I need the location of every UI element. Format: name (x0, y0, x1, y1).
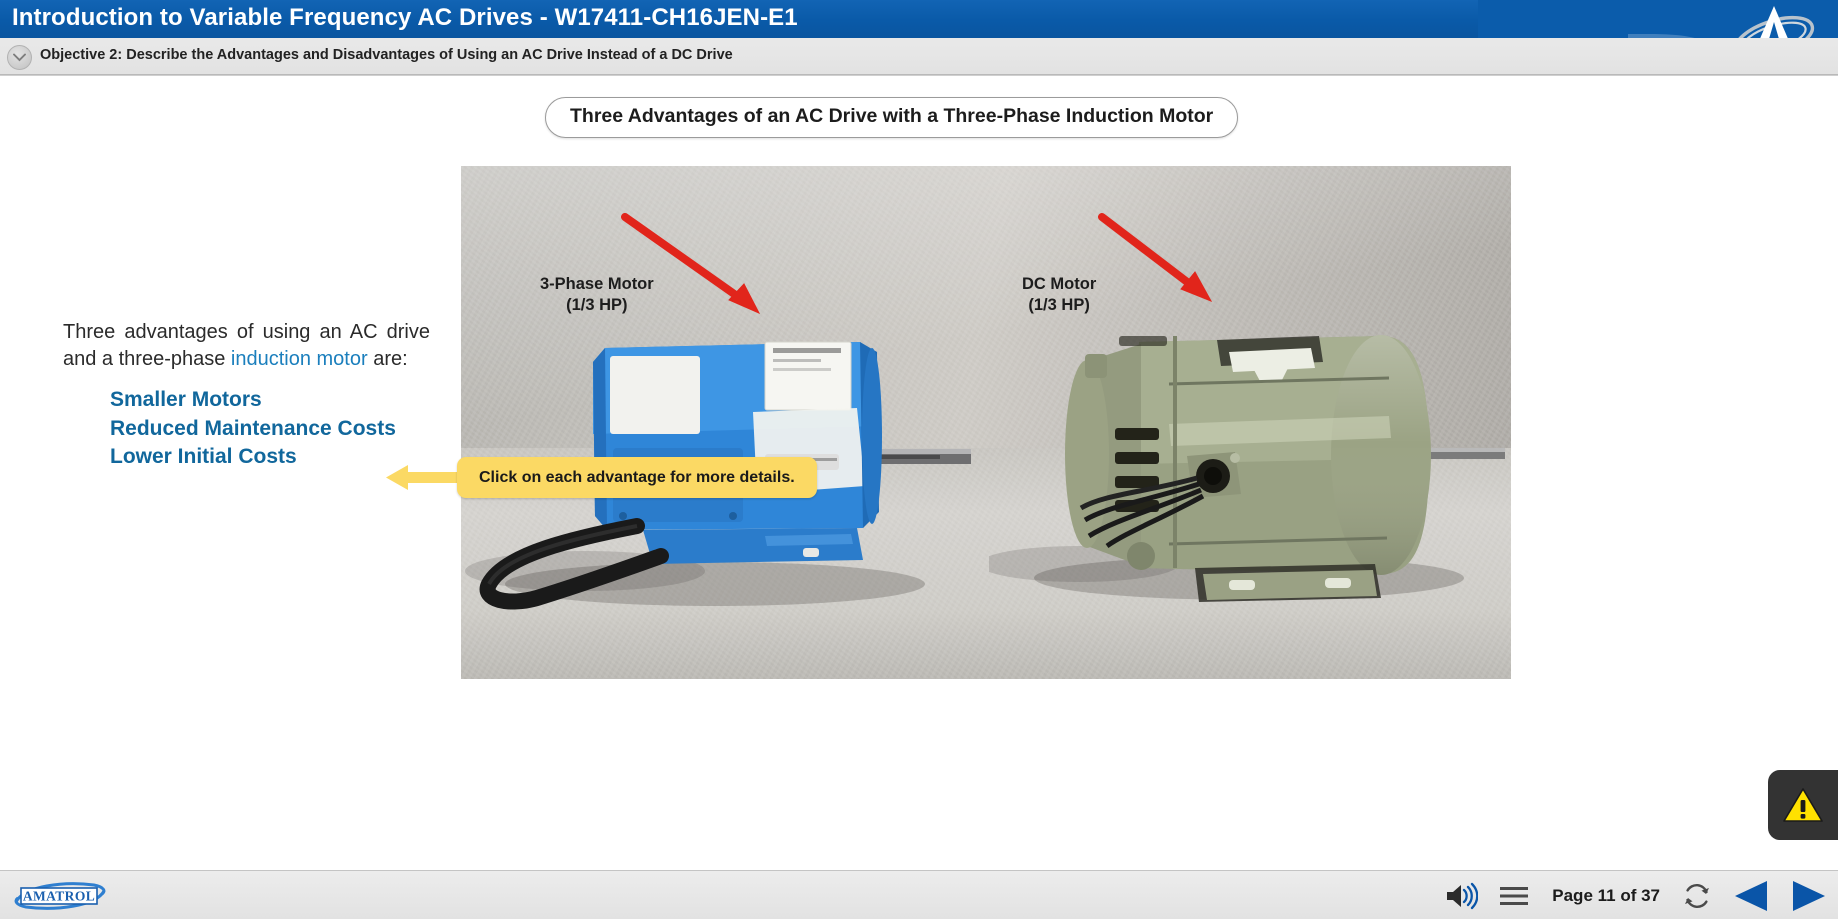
next-page-button[interactable] (1790, 879, 1828, 913)
instruction-callout: Click on each advantage for more details… (457, 457, 817, 498)
induction-motor-link[interactable]: induction motor (231, 348, 368, 370)
bottom-toolbar: AMATROL Page 11 of 37 (0, 870, 1838, 919)
content-heading: Three Advantages of an AC Drive with a T… (545, 97, 1239, 138)
speaker-volume-icon (1447, 882, 1479, 909)
dc-motor-label-line1: DC Motor (1022, 275, 1097, 293)
warning-triangle-icon (1783, 788, 1823, 822)
page-indicator: Page 11 of 37 (1552, 885, 1660, 905)
previous-page-button[interactable] (1732, 879, 1770, 913)
courseware-window: Introduction to Variable Frequency AC Dr… (0, 0, 1838, 919)
objective-label: Objective 2: Describe the Advantages and… (40, 47, 733, 63)
dc-motor-label: DC Motor (1/3 HP) (1022, 274, 1096, 316)
menu-button[interactable] (1498, 884, 1530, 908)
previous-triangle-icon (1735, 880, 1767, 911)
refresh-icon (1685, 883, 1709, 908)
chevron-down-icon[interactable] (7, 45, 32, 70)
audio-button[interactable] (1444, 882, 1479, 910)
refresh-button[interactable] (1682, 881, 1712, 911)
dc-motor-image (989, 335, 1505, 602)
title-bar: Introduction to Variable Frequency AC Dr… (0, 0, 1838, 38)
motor-comparison-photo: 3-Phase Motor (1/3 HP) DC Motor (1/3 HP) (461, 166, 1511, 679)
ac-motor-label-line2: (1/3 HP) (566, 296, 628, 314)
amatrol-logo: AMATROL (14, 882, 106, 910)
paragraph-part-2: are: (367, 348, 408, 370)
svg-text:AMATROL: AMATROL (23, 889, 95, 904)
ac-motor-label-line1: 3-Phase Motor (540, 275, 654, 293)
page-title: Introduction to Variable Frequency AC Dr… (12, 4, 798, 31)
chevron-down-glyph (13, 53, 26, 62)
content-area: Three Advantages of an AC Drive with a T… (0, 75, 1838, 871)
hamburger-menu-icon (1500, 886, 1529, 905)
warning-badge-button[interactable] (1768, 770, 1838, 840)
next-triangle-icon (1793, 880, 1825, 911)
dc-motor-label-line2: (1/3 HP) (1028, 296, 1090, 314)
body-paragraph: Three advantages of using an AC drive an… (63, 319, 430, 373)
instruction-callout-text: Click on each advantage for more details… (479, 468, 795, 486)
ac-motor-label: 3-Phase Motor (1/3 HP) (540, 274, 654, 316)
objective-bar: Objective 2: Describe the Advantages and… (0, 38, 1838, 75)
toolbar-controls: Page 11 of 37 (1444, 871, 1828, 919)
